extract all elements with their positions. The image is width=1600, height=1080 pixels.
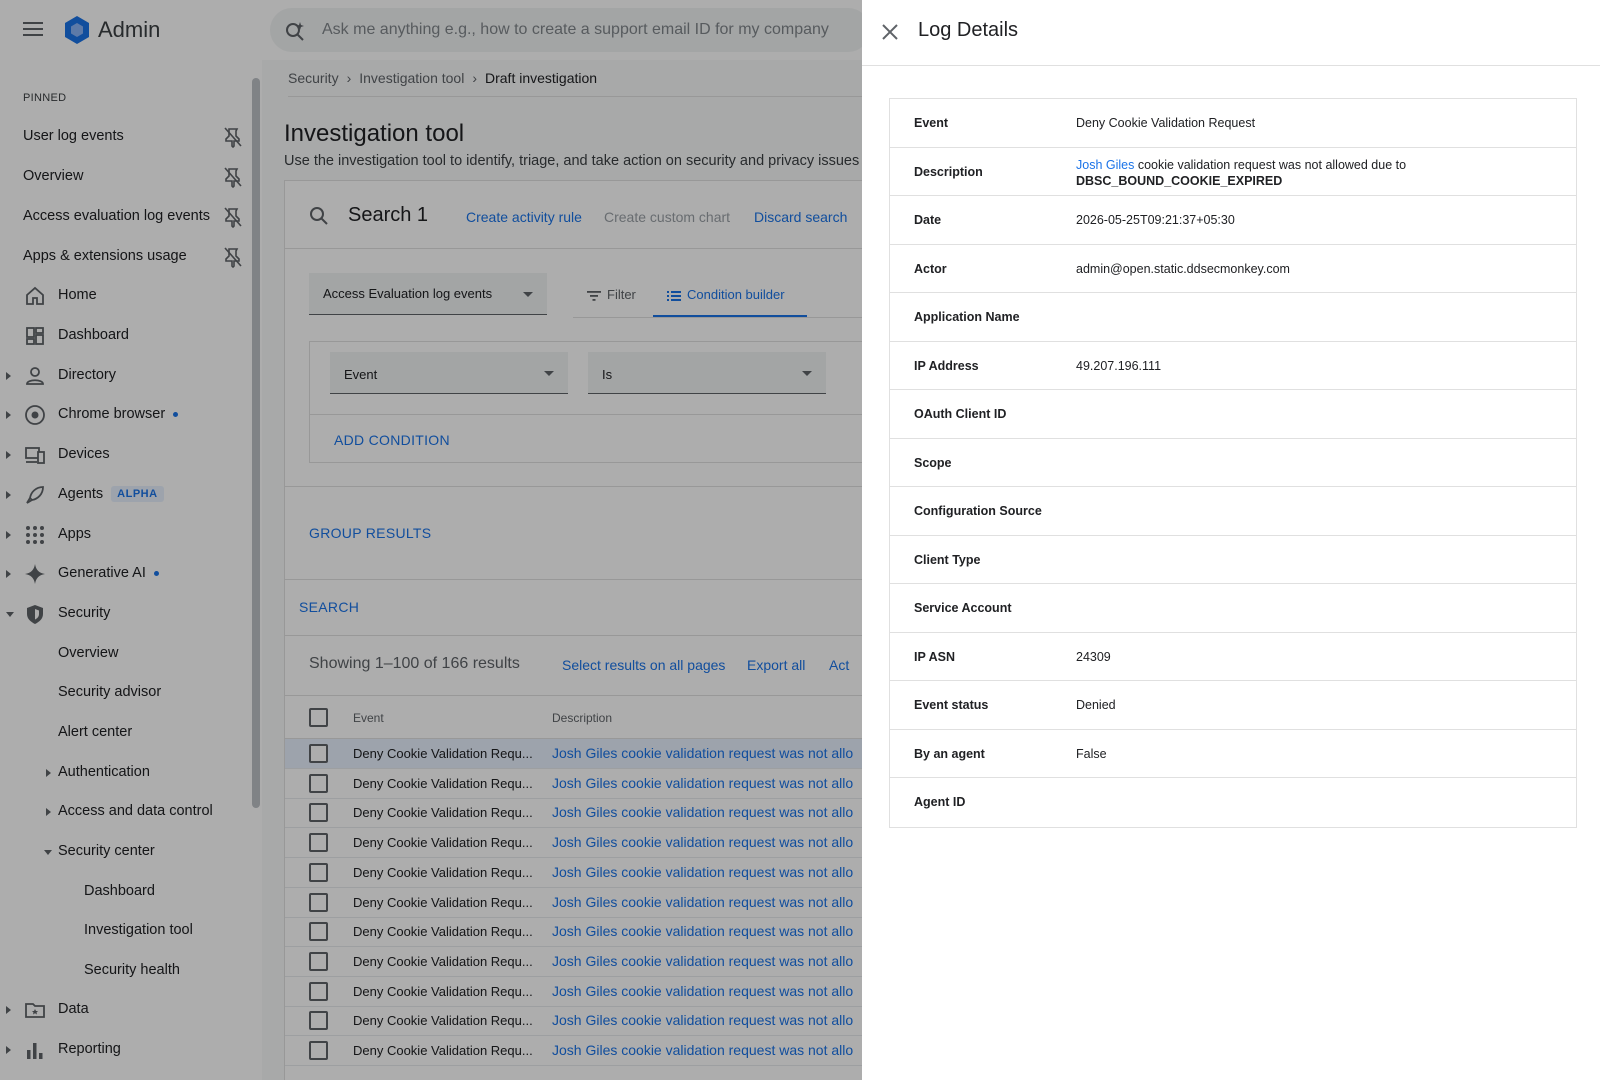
- log-details-table: Event Deny Cookie Validation Request Descr…: [889, 98, 1577, 828]
- detail-value: False: [1076, 746, 1107, 761]
- detail-row: Scope: [890, 439, 1576, 487]
- detail-value: 24309: [1076, 649, 1111, 664]
- detail-key: Scope: [914, 455, 952, 470]
- detail-row: Application Name: [890, 293, 1576, 342]
- detail-row: Agent ID: [890, 778, 1576, 827]
- detail-key: Description: [914, 164, 983, 179]
- detail-value: 49.207.196.111: [1076, 358, 1162, 373]
- detail-key: Event: [914, 116, 949, 130]
- detail-key: Client Type: [914, 552, 981, 567]
- detail-key: OAuth Client ID: [914, 407, 1007, 421]
- detail-row: By an agent False: [890, 730, 1576, 778]
- detail-row: OAuth Client ID: [890, 390, 1576, 439]
- close-icon[interactable]: [878, 20, 902, 44]
- detail-key: By an agent: [914, 746, 985, 761]
- detail-row: Date 2026-05-25T09:21:37+05:30: [890, 196, 1576, 245]
- modal-scrim[interactable]: [0, 0, 862, 1080]
- detail-key: Actor: [914, 261, 947, 276]
- detail-value: Deny Cookie Validation Request: [1076, 116, 1256, 130]
- detail-value: 2026-05-25T09:21:37+05:30: [1076, 213, 1235, 227]
- detail-row: IP ASN 24309: [890, 633, 1576, 681]
- detail-row: Event status Denied: [890, 681, 1576, 730]
- description-text: cookie validation request was not allowe…: [1134, 157, 1407, 172]
- detail-row: Event Deny Cookie Validation Request: [890, 99, 1576, 148]
- panel-title: Log Details: [918, 19, 1019, 41]
- detail-key: Event status: [914, 698, 989, 712]
- detail-value: admin@open.static.ddsecmonkey.com: [1076, 261, 1290, 276]
- log-details-panel: Log Details Event Deny Cookie Validation …: [862, 0, 1600, 1080]
- detail-row: Configuration Source: [890, 487, 1576, 536]
- detail-value: Josh Giles cookie validation request was…: [1076, 157, 1406, 189]
- panel-header: Log Details: [862, 0, 1600, 66]
- detail-key: Date: [914, 213, 942, 227]
- detail-key: Application Name: [914, 310, 1020, 324]
- detail-row: Description Josh Giles cookie validation …: [890, 148, 1576, 196]
- detail-key: Configuration Source: [914, 504, 1042, 518]
- description-reason: DBSC_BOUND_COOKIE_EXPIRED: [1076, 173, 1283, 188]
- detail-key: IP Address: [914, 358, 979, 373]
- detail-key: Agent ID: [914, 795, 966, 809]
- detail-row: Client Type: [890, 536, 1576, 584]
- detail-row: Service Account: [890, 584, 1576, 633]
- detail-row: IP Address 49.207.196.111: [890, 342, 1576, 390]
- detail-key: IP ASN: [914, 649, 955, 664]
- detail-row: Actor admin@open.static.ddsecmonkey.com: [890, 245, 1576, 293]
- detail-value: Denied: [1076, 698, 1116, 712]
- actor-link[interactable]: Josh Giles: [1076, 158, 1134, 172]
- detail-key: Service Account: [914, 601, 1012, 615]
